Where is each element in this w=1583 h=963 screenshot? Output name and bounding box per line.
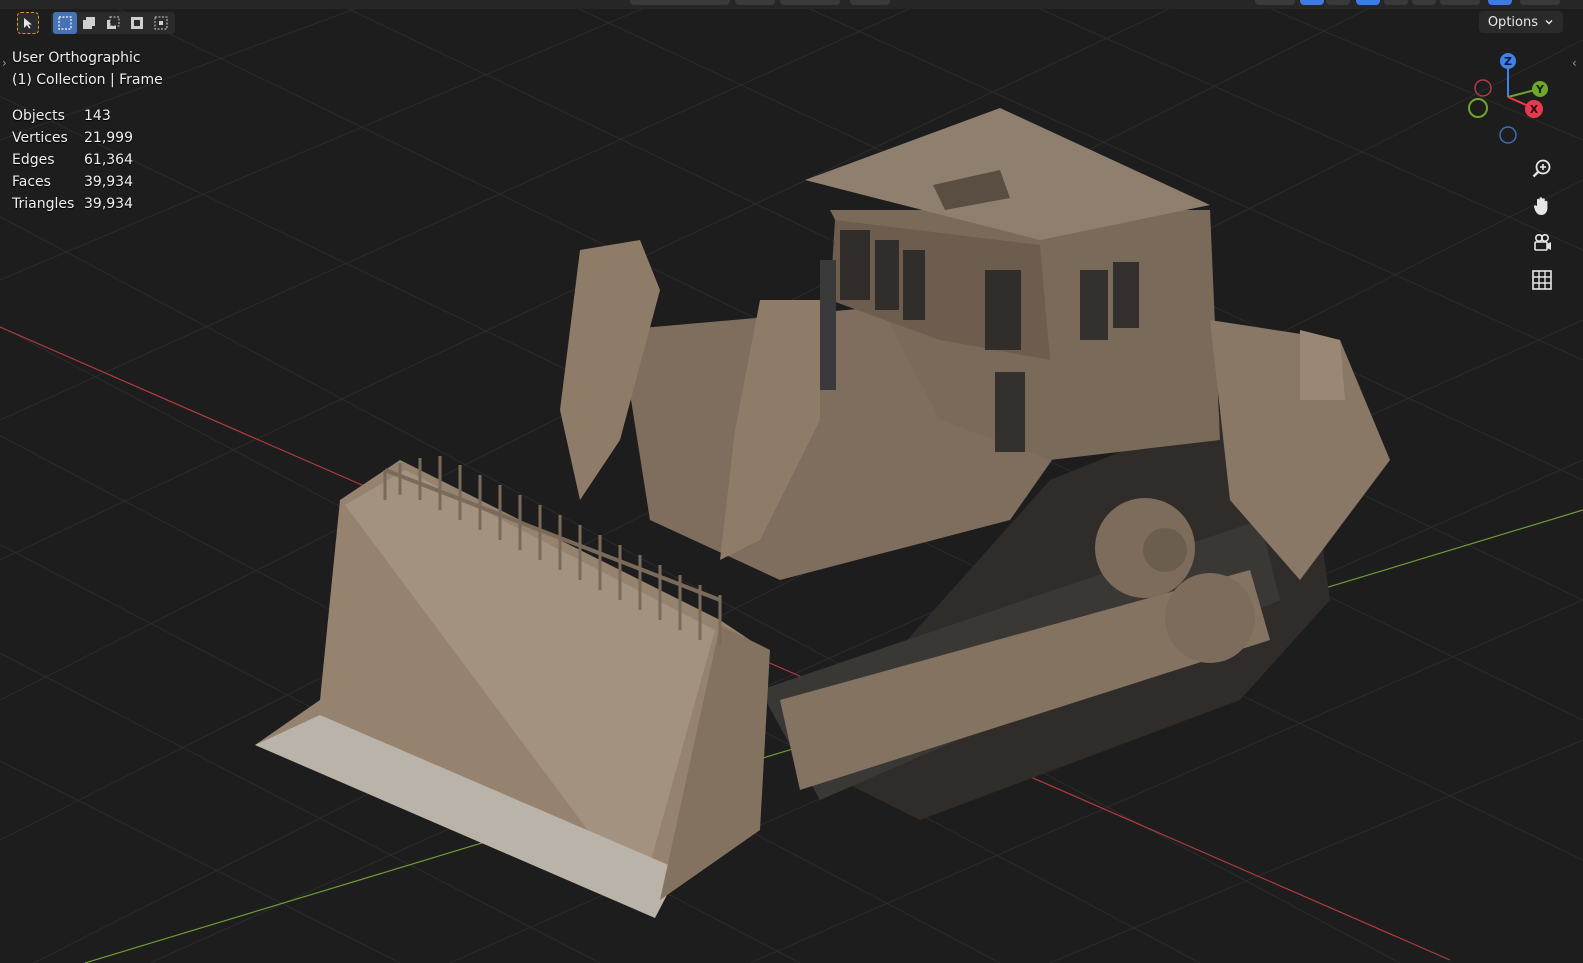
ortho-toggle-button[interactable]	[1526, 264, 1558, 296]
select-new-button[interactable]	[53, 12, 77, 34]
header-toggle[interactable]	[1412, 0, 1436, 5]
toolbar-expand-arrow[interactable]: ›	[2, 56, 7, 70]
viewport-canvas[interactable]	[0, 0, 1583, 963]
pan-button[interactable]	[1526, 190, 1558, 222]
select-invert-button[interactable]	[125, 12, 149, 34]
select-subtract-button[interactable]	[101, 12, 125, 34]
select-box-icon	[58, 16, 72, 30]
zoom-button[interactable]	[1526, 153, 1558, 185]
stat-value: 61,364	[84, 152, 133, 168]
select-tool-button[interactable]	[17, 12, 39, 34]
viewport-nav-tools	[1526, 153, 1558, 301]
stat-row: Objects 143	[12, 105, 133, 127]
options-dropdown[interactable]: Options	[1478, 11, 1563, 33]
bulldozer-model[interactable]	[255, 108, 1390, 918]
camera-icon	[1534, 233, 1551, 251]
stat-value: 143	[84, 108, 111, 124]
select-extend-button[interactable]	[77, 12, 101, 34]
x-axis-label: X	[1530, 103, 1539, 116]
stat-row: Edges 61,364	[12, 149, 133, 171]
stat-label: Objects	[12, 108, 65, 124]
header-toggle[interactable]	[1440, 0, 1480, 5]
grid-ortho-icon	[1532, 270, 1552, 290]
view-name-label: User Orthographic	[12, 50, 141, 66]
header-toggle-active[interactable]	[1488, 0, 1512, 5]
neg-y-axis-handle[interactable]	[1468, 98, 1488, 118]
stat-value: 39,934	[84, 174, 133, 190]
sidebar-expand-arrow[interactable]: ‹	[1572, 56, 1577, 70]
stat-value: 21,999	[84, 130, 133, 146]
neg-z-axis-handle[interactable]	[1499, 126, 1517, 144]
stat-row: Vertices 21,999	[12, 127, 133, 149]
z-axis-label: Z	[1504, 55, 1512, 68]
options-label: Options	[1487, 14, 1538, 30]
header-toggle-active[interactable]	[1356, 0, 1380, 5]
neg-x-axis-handle[interactable]	[1474, 79, 1492, 97]
camera-view-button[interactable]	[1526, 227, 1558, 259]
3d-viewport[interactable]	[0, 0, 1583, 963]
header-toggle[interactable]	[1520, 0, 1560, 5]
header-toggle[interactable]	[1326, 0, 1350, 5]
header-tab[interactable]	[850, 0, 890, 5]
select-subtract-icon	[107, 16, 120, 29]
hand-pan-icon	[1533, 197, 1548, 215]
header-toggle[interactable]	[1384, 0, 1408, 5]
header-tab[interactable]	[735, 0, 775, 5]
header-strip	[0, 0, 1583, 9]
header-toggle-active[interactable]	[1300, 0, 1324, 5]
viewport-toolbar	[17, 9, 175, 37]
stat-label: Faces	[12, 174, 51, 190]
stat-value: 39,934	[84, 196, 133, 212]
header-tab[interactable]	[780, 0, 840, 5]
y-axis-label: Y	[1535, 83, 1545, 96]
stat-label: Vertices	[12, 130, 68, 146]
viewport-info: User Orthographic (1) Collection | Frame	[12, 47, 163, 91]
scene-statistics: Objects 143 Vertices 21,999 Edges 61,364…	[12, 105, 133, 215]
select-intersect-icon	[154, 16, 168, 30]
header-tab[interactable]	[630, 0, 730, 5]
chevron-down-icon	[1545, 20, 1553, 25]
cursor-arrow-icon	[24, 18, 32, 29]
select-invert-icon	[131, 17, 143, 29]
collection-label: (1) Collection | Frame	[12, 72, 163, 88]
select-intersect-button[interactable]	[149, 12, 173, 34]
zoom-icon	[1532, 159, 1551, 178]
stat-row: Triangles 39,934	[12, 193, 133, 215]
header-tab[interactable]	[1255, 0, 1295, 5]
navigation-gizmo[interactable]: Z Y X	[1460, 45, 1560, 150]
select-extend-icon	[83, 17, 95, 29]
stat-label: Triangles	[12, 196, 75, 212]
stat-row: Faces 39,934	[12, 171, 133, 193]
stat-label: Edges	[12, 152, 55, 168]
selection-mode-group	[51, 12, 175, 34]
